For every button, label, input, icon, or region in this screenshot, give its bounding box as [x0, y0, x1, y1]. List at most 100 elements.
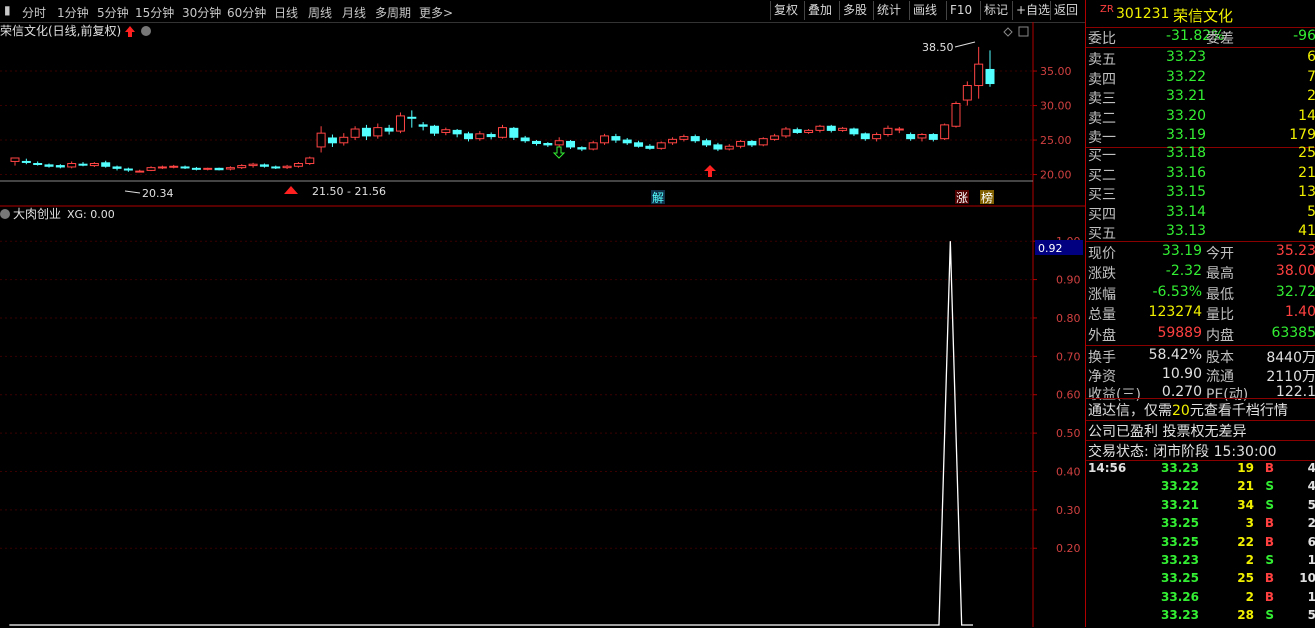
candle[interactable]: [985, 50, 995, 87]
candle[interactable]: [792, 127, 802, 134]
period-tab-5[interactable]: 60分钟: [227, 4, 266, 21]
candle[interactable]: [191, 166, 201, 171]
candle[interactable]: [135, 169, 145, 173]
candle[interactable]: [758, 137, 768, 147]
candle[interactable]: [123, 167, 133, 172]
candle[interactable]: [554, 137, 564, 147]
toolbar-button-2[interactable]: 多股: [839, 1, 870, 20]
candle[interactable]: [906, 132, 916, 141]
toolbar-button-7[interactable]: +自选: [1012, 1, 1053, 20]
candle[interactable]: [509, 126, 519, 141]
candle[interactable]: [600, 133, 610, 145]
candle[interactable]: [656, 141, 666, 150]
candle[interactable]: [486, 132, 496, 140]
toolbar-button-4[interactable]: 画线: [909, 1, 940, 20]
candle[interactable]: [849, 127, 859, 136]
period-tab-9[interactable]: 多周期: [375, 4, 411, 21]
settings-dropdown-icon[interactable]: [141, 26, 151, 36]
diamond-icon[interactable]: [1003, 27, 1013, 37]
candle[interactable]: [327, 134, 337, 147]
period-tab-3[interactable]: 15分钟: [135, 4, 174, 21]
candle[interactable]: [724, 144, 734, 151]
candle[interactable]: [713, 142, 723, 152]
candle[interactable]: [429, 124, 439, 136]
candle[interactable]: [293, 162, 303, 168]
candle[interactable]: [33, 161, 43, 166]
toolbar-button-1[interactable]: 叠加: [804, 1, 835, 20]
candle[interactable]: [452, 129, 462, 138]
window-icon[interactable]: [1018, 26, 1029, 37]
kline-chart[interactable]: 35.0030.0025.0020.001.000.900.800.700.60…: [0, 22, 1085, 627]
sells-row[interactable]: 卖二 33.20 14: [1086, 108, 1315, 128]
candle[interactable]: [690, 134, 700, 143]
candle[interactable]: [21, 158, 31, 165]
candle[interactable]: [702, 138, 712, 147]
candle[interactable]: [316, 126, 326, 153]
candle[interactable]: [214, 167, 224, 171]
candle[interactable]: [634, 140, 644, 148]
candle[interactable]: [282, 164, 292, 170]
candle[interactable]: [339, 133, 349, 146]
candle[interactable]: [305, 156, 315, 165]
candle[interactable]: [588, 140, 598, 151]
candle[interactable]: [883, 125, 893, 137]
candle[interactable]: [577, 146, 587, 152]
candle[interactable]: [826, 124, 836, 133]
candle[interactable]: [917, 133, 927, 142]
candle[interactable]: [78, 162, 88, 167]
candle[interactable]: [804, 129, 814, 134]
candle[interactable]: [237, 164, 247, 170]
candle[interactable]: [67, 161, 77, 169]
period-tab-7[interactable]: 周线: [308, 4, 332, 21]
candle[interactable]: [395, 112, 405, 134]
candle[interactable]: [622, 137, 632, 145]
candle[interactable]: [872, 132, 882, 142]
period-tab-10[interactable]: 更多>: [419, 4, 453, 21]
candle[interactable]: [418, 122, 428, 131]
candle[interactable]: [974, 46, 984, 99]
candle[interactable]: [770, 133, 780, 141]
toolbar-button-3[interactable]: 统计: [873, 1, 904, 20]
candle[interactable]: [611, 133, 621, 143]
candle[interactable]: [736, 140, 746, 149]
candle[interactable]: [180, 165, 190, 170]
candle[interactable]: [248, 162, 258, 168]
buys-row[interactable]: 买一 33.18 25: [1086, 145, 1315, 165]
candle[interactable]: [203, 167, 213, 171]
period-tab-6[interactable]: 日线: [274, 4, 298, 21]
candle[interactable]: [441, 127, 451, 136]
period-tab-8[interactable]: 月线: [342, 4, 366, 21]
candle[interactable]: [271, 165, 281, 170]
candle[interactable]: [169, 164, 179, 169]
candle[interactable]: [55, 164, 65, 169]
candle[interactable]: [157, 165, 167, 170]
candle[interactable]: [951, 101, 961, 128]
candle[interactable]: [645, 144, 655, 150]
candle[interactable]: [860, 132, 870, 141]
candle[interactable]: [44, 163, 54, 168]
period-tab-2[interactable]: 5分钟: [97, 4, 129, 21]
candle[interactable]: [112, 165, 122, 171]
candle[interactable]: [520, 135, 530, 143]
toolbar-button-6[interactable]: 标记: [980, 1, 1011, 20]
buys-row[interactable]: 买二 33.16 21: [1086, 165, 1315, 185]
candle[interactable]: [747, 140, 757, 147]
candle[interactable]: [838, 126, 848, 132]
candle[interactable]: [361, 124, 371, 141]
candle[interactable]: [373, 123, 383, 139]
candle[interactable]: [543, 142, 553, 147]
candle[interactable]: [89, 162, 99, 167]
sells-row[interactable]: 卖三 33.21 2: [1086, 88, 1315, 108]
candle[interactable]: [781, 126, 791, 138]
candle[interactable]: [815, 124, 825, 133]
period-tab-1[interactable]: 1分钟: [57, 4, 89, 21]
candle[interactable]: [475, 131, 485, 141]
indicator-dropdown-icon[interactable]: [0, 209, 10, 219]
ad-row[interactable]: 通达信，仅需20元查看千档行情: [1086, 400, 1315, 420]
candle[interactable]: [350, 126, 360, 141]
candle[interactable]: [384, 124, 394, 135]
period-tab-0[interactable]: 分时: [22, 4, 46, 21]
candle[interactable]: [146, 166, 156, 172]
sells-row[interactable]: 卖四 33.22 7: [1086, 69, 1315, 89]
sells-row[interactable]: 卖五 33.23 6: [1086, 49, 1315, 69]
